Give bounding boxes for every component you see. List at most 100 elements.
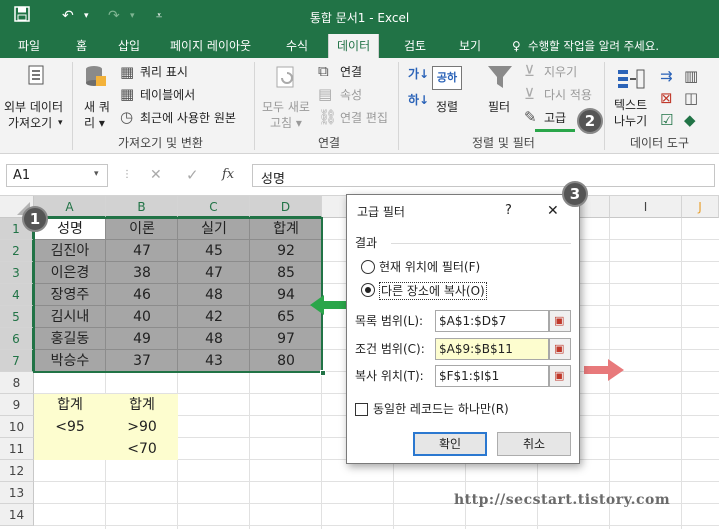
column-header-c[interactable]: C	[178, 196, 250, 218]
recent-sources-button[interactable]: 최근에 사용한 원본	[140, 111, 236, 125]
row-header-12[interactable]: 12	[0, 460, 34, 482]
unique-records-checkbox[interactable]	[355, 403, 368, 416]
tab-data[interactable]: 데이터	[328, 34, 380, 58]
row-header-10[interactable]: 10	[0, 416, 34, 438]
criteria-cell[interactable]: <70	[106, 438, 178, 460]
new-query-line2: 리 ▾	[84, 116, 105, 130]
filter-button[interactable]: 필터	[488, 100, 510, 114]
row-header-4[interactable]: 4	[0, 284, 34, 306]
copy-to-picker[interactable]: ▣	[549, 365, 571, 387]
criteria-cell[interactable]	[34, 438, 106, 460]
get-external-data-button[interactable]: 외부 데이터 가져오기 ▾	[4, 62, 70, 130]
radio-copy-to-location[interactable]	[361, 283, 375, 297]
advanced-filter-button[interactable]: 고급	[544, 111, 566, 125]
get-external-line1: 외부 데이터	[4, 100, 64, 114]
copy-to-input[interactable]: $F$1:$I$1	[435, 365, 549, 387]
formula-input[interactable]: 성명	[252, 164, 715, 187]
table-icon: ▦	[120, 85, 135, 103]
refresh-all-line2: 고침 ▾	[270, 116, 302, 130]
tab-insert[interactable]: 삽입	[118, 38, 140, 54]
row-header-5[interactable]: 5	[0, 306, 34, 328]
criteria-cell[interactable]: <95	[34, 416, 106, 438]
row-header-13[interactable]: 13	[0, 482, 34, 504]
cancel-icon: ✕	[150, 167, 162, 183]
criteria-range-input[interactable]: $A$9:$B$11	[435, 338, 549, 360]
relationships-icon[interactable]: ◫	[684, 90, 698, 106]
tab-file[interactable]: 파일	[18, 38, 40, 54]
group-label-connections: 연결	[318, 136, 341, 150]
column-header-d[interactable]: D	[250, 196, 322, 218]
row-header-11[interactable]: 11	[0, 438, 34, 460]
radio-copy-to-location-label[interactable]: 다른 장소에 복사(O)	[379, 282, 487, 300]
range-picker-icon: ▣	[554, 314, 565, 327]
red-arrow-icon	[584, 359, 624, 381]
fill-handle[interactable]	[320, 370, 326, 376]
row-header-7[interactable]: 7	[0, 350, 34, 372]
sort-asc-icon[interactable]: 가↓	[408, 66, 429, 82]
step-badge-1: 1	[22, 206, 48, 232]
column-header-j[interactable]: J	[682, 196, 719, 218]
connections-icon: ⧉	[318, 62, 329, 80]
column-header-i[interactable]: I	[610, 196, 682, 218]
row-header-14[interactable]: 14	[0, 504, 34, 526]
external-data-icon	[28, 65, 44, 85]
radio-filter-in-place[interactable]	[361, 260, 375, 274]
consolidate-icon[interactable]: ▥	[684, 68, 698, 84]
text-to-columns-icon	[618, 69, 645, 89]
tab-page-layout[interactable]: 페이지 레이아웃	[170, 38, 251, 54]
sort-desc-icon[interactable]: 하↓	[408, 92, 429, 108]
formula-value: 성명	[261, 172, 285, 187]
tab-formulas[interactable]: 수식	[286, 38, 308, 54]
data-validation-icon[interactable]: ☑	[660, 112, 673, 128]
unique-records-label[interactable]: 동일한 레코드는 하나만(R)	[373, 401, 509, 417]
green-arrow-icon	[310, 295, 348, 315]
name-box[interactable]: A1	[6, 164, 108, 187]
sort-button[interactable]: 정렬	[436, 100, 458, 114]
flash-fill-icon[interactable]: ⇉	[660, 68, 673, 84]
refresh-icon	[276, 66, 294, 88]
row-header-9[interactable]: 9	[0, 394, 34, 416]
watermark: http://secstart.tistory.com	[454, 492, 671, 508]
row-header-6[interactable]: 6	[0, 328, 34, 350]
row-header-3[interactable]: 3	[0, 262, 34, 284]
group-label-sort-filter: 정렬 및 필터	[472, 136, 535, 150]
range-picker-icon: ▣	[554, 342, 565, 355]
text-to-columns-line1[interactable]: 텍스트	[614, 98, 647, 112]
close-button[interactable]: ✕	[547, 203, 559, 219]
remove-duplicates-icon[interactable]: ⊠	[660, 90, 673, 106]
criteria-cell[interactable]: >90	[106, 416, 178, 438]
show-queries-button[interactable]: 쿼리 표시	[140, 65, 188, 79]
refresh-all-line1: 모두 새로	[262, 100, 310, 114]
chevron-down-icon[interactable]: ▾	[94, 169, 99, 179]
criteria-cell[interactable]: 합계	[106, 394, 178, 416]
connections-button[interactable]: 연결	[340, 65, 362, 79]
group-label-get-transform: 가져오기 및 변환	[118, 136, 203, 150]
manage-data-model-icon[interactable]: ◆	[684, 112, 696, 128]
title-bar: ↶ ▾ ↷ ▾ ⩡ 통합 문서1 - Excel	[0, 0, 719, 34]
list-range-picker[interactable]: ▣	[549, 310, 571, 332]
dialog-title: 고급 필터	[357, 205, 405, 219]
radio-filter-in-place-label[interactable]: 현재 위치에 필터(F)	[379, 259, 480, 275]
list-range-input[interactable]: $A$1:$D$7	[435, 310, 549, 332]
filter-icon	[488, 66, 512, 88]
tab-home[interactable]: 홈	[76, 38, 87, 54]
recent-sources-icon: ◷	[120, 108, 134, 126]
refresh-all-button: 모두 새로 고침 ▾	[258, 62, 314, 130]
row-header-8[interactable]: 8	[0, 372, 34, 394]
from-table-button[interactable]: 테이블에서	[140, 88, 195, 102]
tell-me-box[interactable]: 수행할 작업을 알려 주세요.	[528, 38, 659, 54]
text-to-columns-line2[interactable]: 나누기	[614, 114, 647, 128]
tab-review[interactable]: 검토	[404, 38, 426, 54]
new-query-button[interactable]: 새 쿼 리 ▾	[78, 62, 114, 130]
criteria-range-picker[interactable]: ▣	[549, 338, 571, 360]
insert-function-icon[interactable]: fx	[222, 167, 234, 182]
column-header-b[interactable]: B	[106, 196, 178, 218]
step-badge-2: 2	[577, 108, 603, 134]
row-header-2[interactable]: 2	[0, 240, 34, 262]
criteria-cell[interactable]: 합계	[34, 394, 106, 416]
tab-view[interactable]: 보기	[459, 38, 481, 54]
grid-line	[681, 218, 682, 529]
help-button[interactable]: ?	[505, 203, 512, 219]
ok-button[interactable]: 확인	[413, 432, 487, 456]
cancel-button[interactable]: 취소	[497, 432, 571, 456]
